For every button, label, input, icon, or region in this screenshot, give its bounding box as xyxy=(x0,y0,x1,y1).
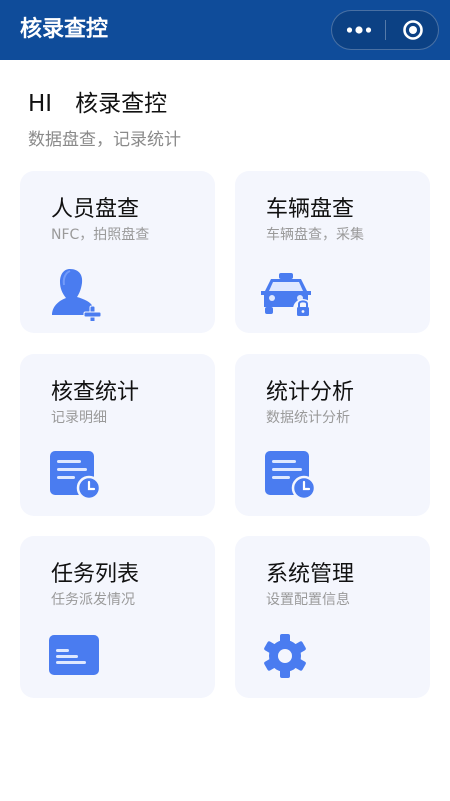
card-title: 统计分析 xyxy=(266,380,355,405)
card-person-check[interactable]: 人员盘查 NFC，拍照盘查 xyxy=(20,171,215,333)
gear-icon xyxy=(264,634,306,678)
more-dots-icon xyxy=(346,26,371,34)
card-title: 车辆盘查 xyxy=(266,197,355,222)
card-title: 核查统计 xyxy=(51,380,140,405)
card-statistics-analysis[interactable]: 统计分析 数据统计分析 xyxy=(235,354,430,516)
card-subtitle: 任务派发情况 xyxy=(51,592,135,608)
nav-bar: 核录查控 xyxy=(0,0,450,60)
more-button[interactable] xyxy=(332,11,385,49)
card-title: 任务列表 xyxy=(51,562,140,587)
card-check-statistics[interactable]: 核查统计 记录明细 xyxy=(20,354,215,516)
card-title: 人员盘查 xyxy=(51,197,140,222)
card-list-icon xyxy=(49,635,99,675)
document-clock-icon xyxy=(265,451,317,501)
document-clock-icon xyxy=(50,451,102,501)
card-title: 系统管理 xyxy=(266,562,355,587)
greeting-heading: HI 核录查控 xyxy=(28,91,168,117)
target-close-icon xyxy=(402,20,423,40)
card-system-management[interactable]: 系统管理 设置配置信息 xyxy=(235,536,430,698)
card-subtitle: 数据统计分析 xyxy=(266,410,350,426)
mini-program-capsule xyxy=(331,10,439,50)
card-subtitle: 车辆盘查，采集 xyxy=(266,227,364,243)
nav-title: 核录查控 xyxy=(20,17,109,42)
greeting-subtitle: 数据盘查，记录统计 xyxy=(28,130,181,150)
card-vehicle-check[interactable]: 车辆盘查 车辆盘查，采集 xyxy=(235,171,430,333)
person-add-icon xyxy=(52,269,102,321)
card-subtitle: 设置配置信息 xyxy=(266,592,350,608)
car-lock-icon xyxy=(261,273,313,319)
close-button[interactable] xyxy=(386,11,439,49)
card-subtitle: NFC，拍照盘查 xyxy=(51,227,150,243)
card-subtitle: 记录明细 xyxy=(51,410,107,426)
card-task-list[interactable]: 任务列表 任务派发情况 xyxy=(20,536,215,698)
